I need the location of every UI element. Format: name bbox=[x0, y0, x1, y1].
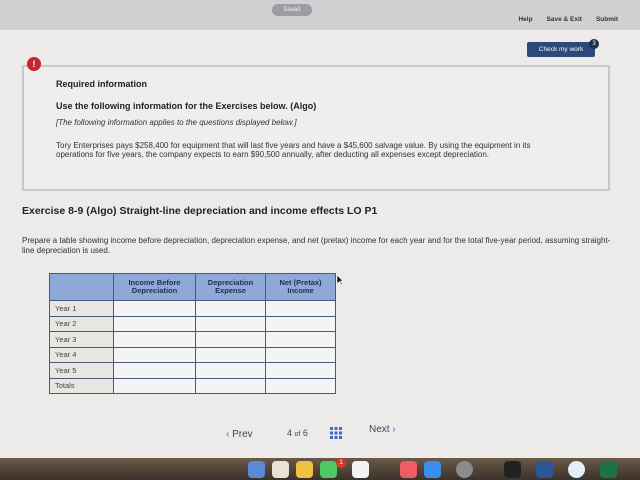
table-row: Year 5 bbox=[49, 362, 336, 379]
browser-screen: Saved Help Save & Exit Submit Check my w… bbox=[0, 0, 640, 458]
net-income-input[interactable] bbox=[265, 362, 336, 379]
row-label: Year 5 bbox=[49, 362, 114, 379]
page-indicator: 4 of 6 bbox=[287, 428, 308, 438]
row-label: Year 1 bbox=[49, 300, 114, 317]
top-actions: Help Save & Exit Submit bbox=[518, 16, 618, 23]
depreciation-input[interactable] bbox=[195, 300, 266, 317]
net-income-input[interactable] bbox=[265, 346, 336, 363]
table-row: Year 3 bbox=[49, 331, 336, 348]
help-button[interactable]: Help bbox=[518, 16, 532, 23]
saved-status: Saved bbox=[272, 4, 312, 16]
table-row: Year 1 bbox=[49, 300, 336, 317]
depreciation-input[interactable] bbox=[195, 331, 266, 348]
chrome-icon[interactable] bbox=[568, 461, 585, 478]
income-before-input[interactable] bbox=[113, 315, 196, 332]
app-store-icon[interactable] bbox=[424, 461, 441, 478]
info-note: [The following information applies to th… bbox=[56, 118, 297, 127]
table-header-blank bbox=[49, 273, 114, 301]
mouse-cursor-icon bbox=[336, 274, 344, 286]
system-preferences-icon[interactable] bbox=[456, 461, 473, 478]
table-header-income-before: Income Before Depreciation bbox=[113, 273, 196, 301]
page-of-label: of bbox=[294, 431, 301, 438]
messages-icon[interactable] bbox=[320, 461, 337, 478]
info-body: Tory Enterprises pays $258,400 for equip… bbox=[56, 141, 531, 159]
save-exit-button[interactable]: Save & Exit bbox=[547, 16, 582, 23]
income-before-input[interactable] bbox=[113, 362, 196, 379]
required-information-box: Required information Use the following i… bbox=[22, 65, 610, 191]
info-title: Required information bbox=[56, 79, 148, 89]
itunes-icon[interactable] bbox=[400, 461, 417, 478]
exercise-prompt: Prepare a table showing income before de… bbox=[22, 236, 611, 255]
net-income-input[interactable] bbox=[265, 300, 336, 317]
depreciation-input[interactable] bbox=[195, 362, 266, 379]
depreciation-total-input[interactable] bbox=[195, 377, 266, 394]
net-income-input[interactable] bbox=[265, 315, 336, 332]
dock-notification-badge: 1 bbox=[336, 458, 346, 468]
table-header-row: Income Before Depreciation Depreciation … bbox=[49, 273, 336, 301]
income-before-input[interactable] bbox=[113, 346, 196, 363]
income-before-total-input[interactable] bbox=[113, 377, 196, 394]
depreciation-input[interactable] bbox=[195, 315, 266, 332]
prev-label: Prev bbox=[232, 429, 253, 440]
next-label: Next bbox=[369, 424, 390, 435]
prev-button[interactable]: ‹ Prev bbox=[226, 429, 253, 440]
row-label: Year 4 bbox=[49, 346, 114, 363]
row-label: Totals bbox=[49, 377, 114, 394]
total-pages: 6 bbox=[302, 428, 308, 438]
info-subtitle: Use the following information for the Ex… bbox=[56, 101, 317, 111]
table-row: Year 4 bbox=[49, 346, 336, 363]
exercise-title: Exercise 8-9 (Algo) Straight-line deprec… bbox=[22, 205, 378, 217]
alert-icon: ! bbox=[27, 57, 41, 71]
music-icon[interactable] bbox=[352, 461, 369, 478]
chevron-right-icon: › bbox=[392, 424, 396, 435]
top-bar: Saved Help Save & Exit Submit bbox=[0, 0, 640, 30]
depreciation-input[interactable] bbox=[195, 346, 266, 363]
income-before-input[interactable] bbox=[113, 331, 196, 348]
word-icon[interactable] bbox=[536, 461, 553, 478]
question-grid-icon[interactable] bbox=[330, 427, 342, 439]
photos-icon[interactable] bbox=[296, 461, 313, 478]
submit-button[interactable]: Submit bbox=[596, 16, 618, 23]
depreciation-table: Income Before Depreciation Depreciation … bbox=[49, 273, 336, 394]
net-income-total-input[interactable] bbox=[265, 377, 336, 394]
terminal-icon[interactable] bbox=[504, 461, 521, 478]
check-work-count-badge: 3 bbox=[589, 39, 599, 49]
excel-icon[interactable] bbox=[600, 461, 617, 478]
check-my-work-button[interactable]: Check my work bbox=[527, 42, 595, 57]
next-button[interactable]: Next › bbox=[369, 424, 396, 435]
row-label: Year 2 bbox=[49, 315, 114, 332]
net-income-input[interactable] bbox=[265, 331, 336, 348]
table-header-depreciation: Depreciation Expense bbox=[195, 273, 266, 301]
chevron-left-icon: ‹ bbox=[226, 429, 230, 440]
table-row-totals: Totals bbox=[49, 377, 336, 394]
income-before-input[interactable] bbox=[113, 300, 196, 317]
current-page: 4 bbox=[287, 428, 293, 438]
finder-icon[interactable] bbox=[248, 461, 265, 478]
table-row: Year 2 bbox=[49, 315, 336, 332]
calendar-icon[interactable] bbox=[272, 461, 289, 478]
table-header-net-income: Net (Pretax) Income bbox=[265, 273, 336, 301]
row-label: Year 3 bbox=[49, 331, 114, 348]
